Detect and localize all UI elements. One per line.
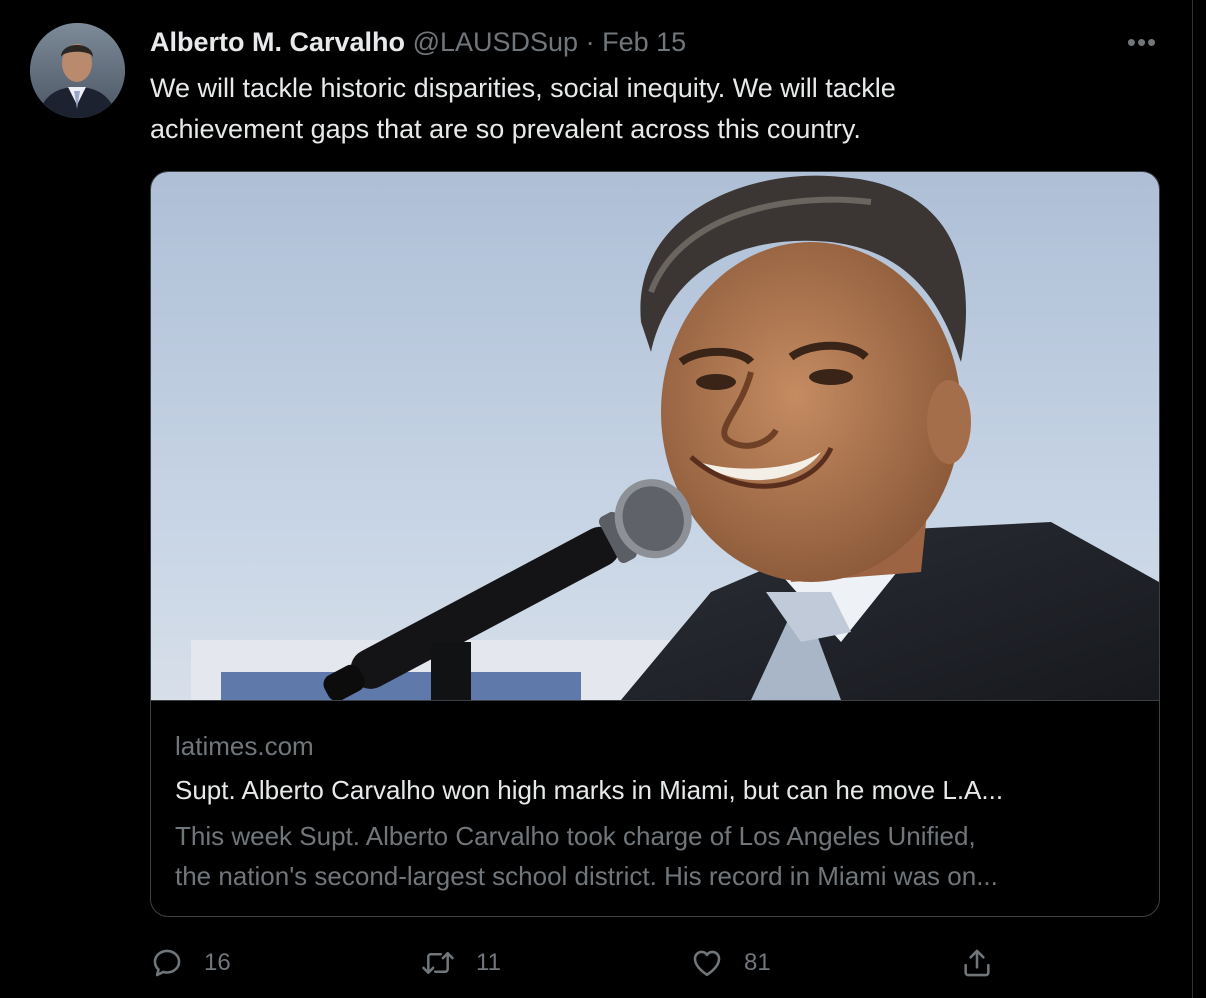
tweet-date[interactable]: Feb 15 — [602, 27, 686, 57]
retweet-button[interactable]: 11 — [420, 940, 501, 986]
tweet-actions: 16 11 81 — [150, 940, 1010, 986]
share-button[interactable] — [960, 940, 994, 986]
more-options-button[interactable]: ••• — [1122, 28, 1162, 56]
heart-icon — [690, 946, 724, 980]
more-icon: ••• — [1126, 27, 1158, 57]
card-image[interactable] — [151, 172, 1159, 701]
card-description: This week Supt. Alberto Carvalho took ch… — [175, 816, 1135, 896]
tweet-header: Alberto M. Carvalho @LAUSDSup · Feb 15 — [150, 26, 686, 58]
like-count: 81 — [744, 949, 771, 976]
reply-icon — [150, 946, 184, 980]
card-domain: latimes.com — [175, 731, 314, 761]
header-separator: · — [585, 27, 595, 57]
reply-button[interactable]: 16 — [150, 940, 231, 986]
retweet-count: 11 — [476, 949, 501, 976]
share-icon — [960, 946, 994, 980]
author-avatar[interactable] — [30, 23, 125, 118]
card-description-line: This week Supt. Alberto Carvalho took ch… — [175, 821, 976, 851]
tweet-text: We will tackle historic disparities, soc… — [150, 68, 1130, 150]
tweet-text-line: achievement gaps that are so prevalent a… — [150, 114, 861, 144]
author-name[interactable]: Alberto M. Carvalho — [150, 27, 405, 57]
reply-count: 16 — [204, 949, 231, 976]
author-handle[interactable]: @LAUSDSup — [413, 27, 578, 57]
link-preview-card[interactable]: latimes.com Supt. Alberto Carvalho won h… — [150, 171, 1160, 917]
like-button[interactable]: 81 — [690, 940, 771, 986]
column-divider — [1192, 0, 1193, 998]
retweet-icon — [420, 946, 456, 980]
card-description-line: the nation's second-largest school distr… — [175, 861, 998, 891]
card-title: Supt. Alberto Carvalho won high marks in… — [175, 775, 1004, 805]
tweet-text-line: We will tackle historic disparities, soc… — [150, 73, 896, 103]
